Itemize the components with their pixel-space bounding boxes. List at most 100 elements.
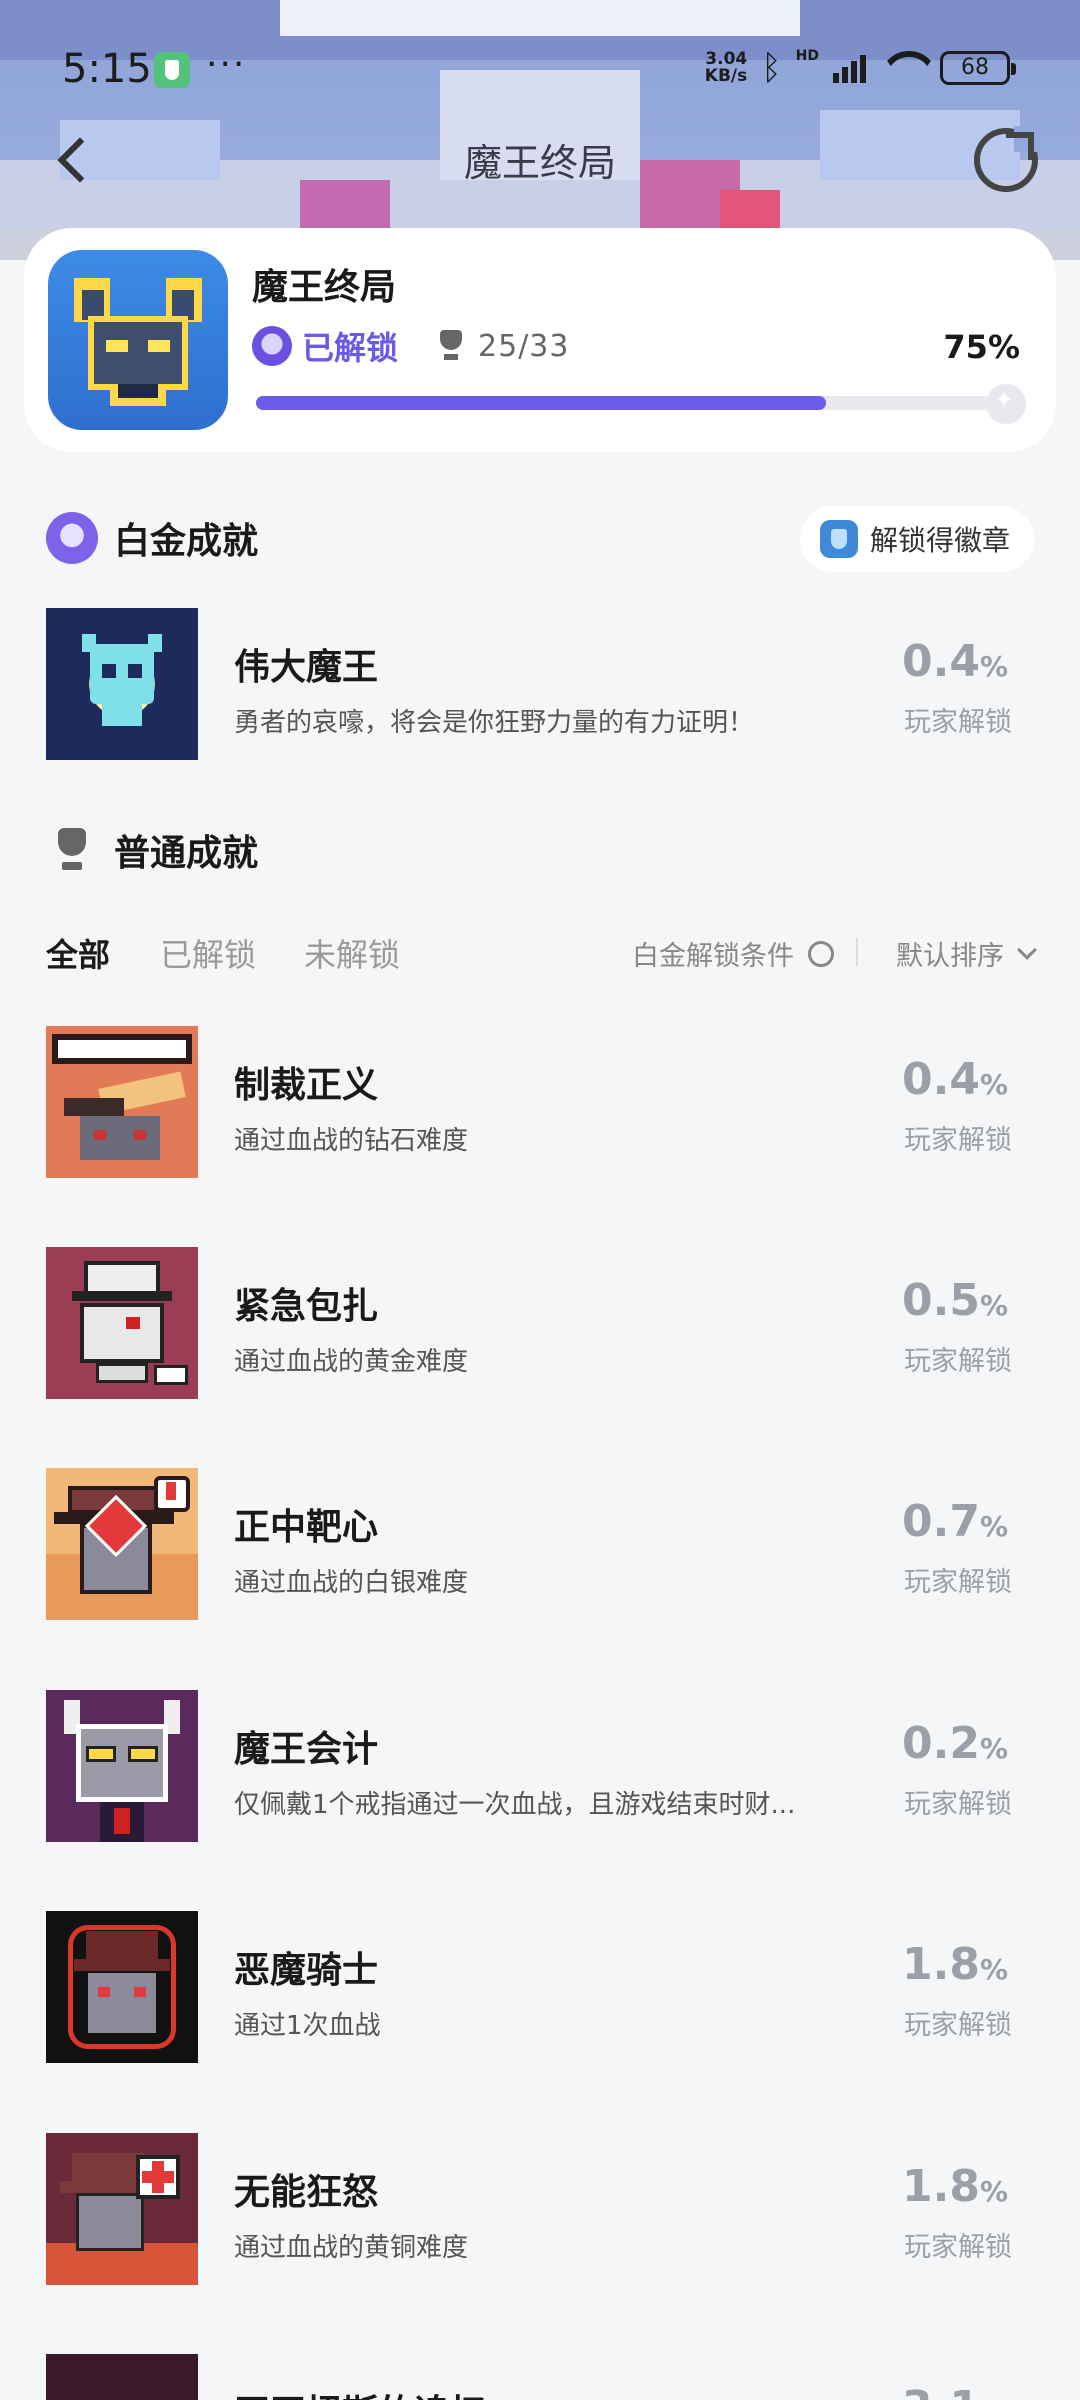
achievement-item[interactable]: 魔王会计 仅佩戴1个戒指通过一次血战，且游戏结束时财... 0.2% 玩家解锁 bbox=[46, 1690, 1034, 1842]
achievement-desc: 通过血战的白银难度 bbox=[234, 1568, 469, 1598]
platinum-achievement[interactable]: 伟大魔王 勇者的哀嚎，将会是你狂野力量的有力证明！ 0.4% 玩家解锁 bbox=[46, 608, 1034, 760]
skull-crown-icon bbox=[46, 608, 198, 760]
badge-icon bbox=[819, 520, 858, 558]
unlock-rate-unit: % bbox=[979, 1732, 1008, 1765]
sort-dropdown[interactable]: 默认排序 bbox=[896, 934, 1037, 973]
tab-unlocked[interactable]: 已解锁 bbox=[160, 930, 256, 976]
unlock-badge-label: 解锁得徽章 bbox=[869, 524, 1010, 557]
divider bbox=[856, 938, 858, 966]
unlock-rate-value: 0.7 bbox=[901, 1496, 980, 1547]
achievement-name: 无能狂怒 bbox=[234, 2172, 379, 2213]
achievement-item[interactable]: 恶魔骑士 通过1次血战 1.8% 玩家解锁 bbox=[46, 1911, 1034, 2063]
game-summary-card[interactable]: 魔王终局 已解锁 25/33 75% bbox=[24, 228, 1056, 452]
unlock-rate-label: 玩家解锁 bbox=[904, 2010, 1012, 2041]
unlock-rate-label: 玩家解锁 bbox=[904, 1346, 1012, 1377]
platinum-goal-icon bbox=[986, 384, 1026, 424]
unlock-rate-value: 0.4 bbox=[901, 1054, 980, 1105]
platinum-section-header: 白金成就 bbox=[46, 512, 258, 564]
achievement-name: 田田扭斯的追忆 bbox=[234, 2384, 486, 2400]
share-icon[interactable] bbox=[974, 126, 1040, 192]
demon-knight-icon bbox=[46, 1911, 198, 2063]
unlock-rate: 0.4% bbox=[902, 636, 1008, 687]
achievement-desc: 通过血战的黄金难度 bbox=[234, 1347, 469, 1377]
normal-section-title: 普通成就 bbox=[114, 833, 259, 874]
achievement-item[interactable]: 田田扭斯的追忆 3.1% bbox=[46, 2354, 1034, 2400]
progress-bar bbox=[256, 384, 1026, 424]
bandaged-skull-icon bbox=[46, 1247, 198, 1399]
unlock-rate-value: 0.4 bbox=[901, 636, 980, 687]
unlock-rate-value: 0.5 bbox=[901, 1275, 980, 1326]
unlock-rate: 1.8% bbox=[902, 2161, 1008, 2212]
achievement-name: 紧急包扎 bbox=[234, 1286, 379, 1327]
achievement-item[interactable]: 无能狂怒 通过血战的黄铜难度 1.8% 玩家解锁 bbox=[46, 2133, 1034, 2285]
unlock-badge-button[interactable]: 解锁得徽章 bbox=[799, 506, 1034, 572]
unlock-rate-unit: % bbox=[979, 1953, 1008, 1986]
achievement-item[interactable]: 紧急包扎 通过血战的黄金难度 0.5% 玩家解锁 bbox=[46, 1247, 1034, 1399]
rage-skull-icon bbox=[46, 2133, 198, 2285]
achievement-name: 制裁正义 bbox=[234, 1065, 379, 1106]
signal-icon bbox=[833, 53, 866, 83]
bullseye-icon bbox=[46, 1468, 198, 1620]
sort-label: 默认排序 bbox=[896, 941, 1004, 972]
unlock-rate-unit: % bbox=[979, 2175, 1008, 2208]
status-time: 5:15 bbox=[62, 46, 152, 92]
achievement-desc: 通过1次血战 bbox=[234, 2011, 381, 2041]
wifi-icon bbox=[880, 51, 926, 85]
normal-section-header: 普通成就 bbox=[46, 824, 258, 876]
chevron-down-icon bbox=[1017, 939, 1037, 960]
unlock-rate-unit: % bbox=[980, 2396, 1008, 2400]
platinum-icon bbox=[46, 512, 98, 564]
unlock-status-row: 已解锁 25/33 bbox=[252, 323, 569, 369]
unlock-rate-label: 玩家解锁 bbox=[904, 707, 1012, 738]
unlock-rate-unit: % bbox=[979, 1068, 1008, 1101]
progress-fill bbox=[256, 396, 826, 410]
network-speed: 3.04 KB/s bbox=[705, 51, 747, 85]
unlock-rate: 0.2% bbox=[902, 1718, 1008, 1769]
bonk-hammer-icon bbox=[46, 1026, 198, 1178]
radio-circle-icon bbox=[808, 940, 834, 967]
unlock-rate-label: 玩家解锁 bbox=[904, 1789, 1012, 1820]
achievement-desc: 勇者的哀嚎，将会是你狂野力量的有力证明！ bbox=[234, 708, 755, 738]
unlock-rate: 0.4% bbox=[902, 1054, 1008, 1105]
tab-locked[interactable]: 未解锁 bbox=[304, 930, 400, 976]
more-dots-icon: ··· bbox=[206, 44, 247, 85]
speed-unit: KB/s bbox=[704, 66, 748, 86]
platinum-condition-label: 白金解锁条件 bbox=[632, 941, 794, 972]
tab-all[interactable]: 全部 bbox=[46, 930, 110, 976]
unlock-rate-value: 1.8 bbox=[901, 1939, 980, 1990]
unlock-rate-unit: % bbox=[979, 1289, 1008, 1322]
achievement-desc: 仅佩戴1个戒指通过一次血战，且游戏结束时财... bbox=[234, 1790, 796, 1820]
platinum-condition-toggle[interactable]: 白金解锁条件 bbox=[632, 934, 834, 973]
achievement-count: 25/33 bbox=[478, 328, 570, 364]
unlock-rate-unit: % bbox=[979, 650, 1008, 683]
unlock-rate-label: 玩家解锁 bbox=[904, 1125, 1012, 1156]
game-title: 魔王终局 bbox=[252, 267, 397, 308]
unlock-status: 已解锁 bbox=[302, 329, 399, 367]
unlock-rate-label: 玩家解锁 bbox=[904, 2232, 1012, 2263]
progress-percent: 75% bbox=[943, 328, 1020, 366]
unlock-rate-value: 3.1 bbox=[902, 2382, 980, 2400]
achievement-desc: 通过血战的黄铜难度 bbox=[234, 2233, 469, 2263]
unlock-rate: 0.5% bbox=[902, 1275, 1008, 1326]
battery-icon: 68 bbox=[940, 51, 1016, 85]
achievement-item[interactable]: 正中靶心 通过血战的白银难度 0.7% 玩家解锁 bbox=[46, 1468, 1034, 1620]
unlock-rate: 1.8% bbox=[902, 1939, 1008, 1990]
nav-bar: 魔王终局 bbox=[0, 120, 1080, 200]
game-icon bbox=[48, 250, 228, 430]
unlock-rate: 3.1% bbox=[902, 2382, 1008, 2400]
shield-icon bbox=[154, 52, 190, 88]
nav-title: 魔王终局 bbox=[463, 141, 616, 185]
unlock-rate-label: 玩家解锁 bbox=[904, 1567, 1012, 1598]
achievement-item[interactable]: 制裁正义 通过血战的钻石难度 0.4% 玩家解锁 bbox=[46, 1026, 1034, 1178]
unlock-rate-value: 0.2 bbox=[901, 1718, 980, 1769]
achievement-art-icon bbox=[46, 2354, 198, 2400]
platinum-icon bbox=[252, 326, 292, 366]
demon-accountant-icon bbox=[46, 1690, 198, 1842]
network-type: HD bbox=[795, 48, 819, 64]
achievement-name: 魔王会计 bbox=[234, 1729, 379, 1770]
filter-tabs: 全部 已解锁 未解锁 白金解锁条件 默认排序 bbox=[46, 930, 1037, 980]
trophy-icon bbox=[46, 824, 98, 876]
achievement-name: 伟大魔王 bbox=[234, 647, 379, 688]
bluetooth-icon: ᛒ bbox=[761, 48, 782, 88]
unlock-rate: 0.7% bbox=[902, 1496, 1008, 1547]
